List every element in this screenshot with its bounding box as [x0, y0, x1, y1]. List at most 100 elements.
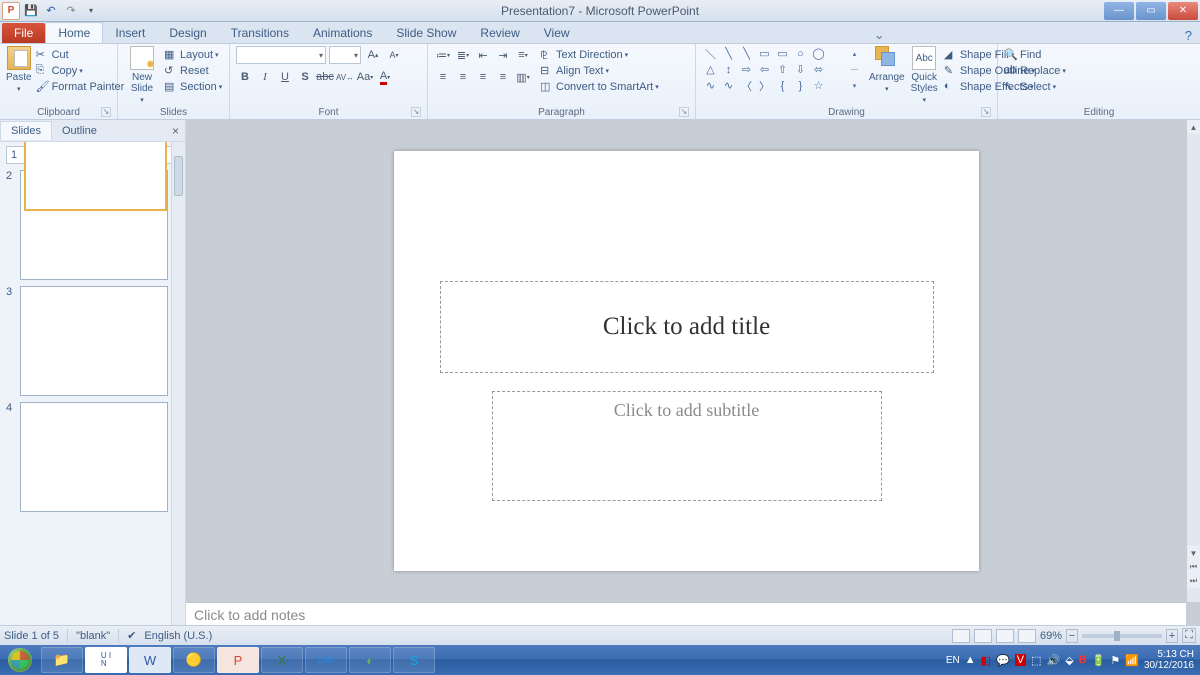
increase-indent-button[interactable]: ⇥ — [494, 46, 512, 64]
format-painter-button[interactable]: 🖌Format Painter — [36, 80, 125, 94]
panel-tab-slides[interactable]: Slides — [0, 121, 52, 140]
scroll-down-icon[interactable]: ▼ — [1187, 546, 1200, 560]
taskbar-zalo[interactable]: Zalo — [305, 647, 347, 673]
taskbar-powerpoint[interactable]: P — [217, 647, 259, 673]
align-right-button[interactable]: ≡ — [474, 68, 492, 86]
align-text-button[interactable]: ⊟Align Text▾ — [540, 64, 659, 78]
tray-clock[interactable]: 5:13 CH 30/12/2016 — [1144, 649, 1194, 671]
taskbar-skype[interactable]: S — [393, 647, 435, 673]
slideshow-view-button[interactable] — [1018, 629, 1036, 643]
font-launcher[interactable]: ↘ — [411, 107, 421, 117]
cut-button[interactable]: ✂Cut — [36, 48, 125, 62]
tray-stack-icon[interactable]: ⬚ — [1031, 654, 1041, 667]
find-button[interactable]: 🔍Find — [1004, 48, 1041, 62]
decrease-indent-button[interactable]: ⇤ — [474, 46, 492, 64]
start-button[interactable] — [0, 645, 40, 675]
select-button[interactable]: ↖Select▾ — [1004, 80, 1056, 94]
zoom-in-button[interactable]: + — [1166, 629, 1178, 643]
redo-icon[interactable]: ↷ — [62, 2, 80, 20]
taskbar-excel[interactable]: X — [261, 647, 303, 673]
tray-battery-icon[interactable]: 🔋 — [1092, 654, 1106, 667]
bullets-button[interactable]: ≔▾ — [434, 46, 452, 64]
panel-close-icon[interactable]: × — [166, 124, 185, 138]
ribbon-minimize-icon[interactable]: ⌄ — [866, 27, 893, 43]
scroll-up-icon[interactable]: ▲ — [1187, 120, 1200, 134]
subtitle-placeholder[interactable]: Click to add subtitle — [492, 391, 882, 501]
taskbar-word[interactable]: W — [129, 647, 171, 673]
sorter-view-button[interactable] — [974, 629, 992, 643]
slide-canvas[interactable]: Click to add title Click to add subtitle — [394, 151, 979, 571]
tray-action-icon[interactable]: ⚑ — [1110, 654, 1120, 667]
canvas-scrollbar[interactable]: ▲ ▼ ⏮ ⏭ — [1186, 120, 1200, 602]
slide-thumb-3[interactable]: 3 — [6, 286, 181, 396]
bold-button[interactable]: B — [236, 68, 254, 86]
font-size-select[interactable] — [329, 46, 361, 64]
reading-view-button[interactable] — [996, 629, 1014, 643]
slide-thumb-4[interactable]: 4 — [6, 402, 181, 512]
strikethrough-button[interactable]: abc — [316, 68, 334, 86]
tray-volume-icon[interactable]: 🔊 — [1047, 654, 1061, 667]
help-icon[interactable]: ? — [1177, 28, 1200, 43]
tab-file[interactable]: File — [2, 23, 45, 43]
taskbar-coccoc[interactable]: ◐ — [349, 647, 391, 673]
font-color-button[interactable]: A▾ — [376, 68, 394, 86]
tray-shield-icon[interactable]: ⬙ — [1065, 654, 1073, 667]
paste-button[interactable]: Paste ▾ — [6, 46, 32, 93]
italic-button[interactable]: I — [256, 68, 274, 86]
tray-network-icon[interactable]: 📶 — [1125, 654, 1139, 667]
quick-styles-button[interactable]: Abc Quick Styles▾ — [911, 46, 938, 104]
taskbar-unikey[interactable]: U IN — [85, 647, 127, 673]
copy-button[interactable]: ⎘Copy▾ — [36, 64, 125, 78]
tab-insert[interactable]: Insert — [103, 23, 157, 43]
clipboard-launcher[interactable]: ↘ — [101, 107, 111, 117]
language-indicator[interactable]: English (U.S.) — [144, 630, 212, 642]
columns-button[interactable]: ▥▾ — [514, 68, 532, 86]
undo-icon[interactable]: ↶ — [42, 2, 60, 20]
reset-button[interactable]: ↺Reset — [164, 64, 222, 78]
slide-thumb-1[interactable]: 1 — [6, 146, 181, 164]
tab-slide-show[interactable]: Slide Show — [384, 23, 468, 43]
taskbar-explorer[interactable]: 📁 — [41, 647, 83, 673]
zoom-level[interactable]: 69% — [1040, 630, 1062, 642]
minimize-button[interactable]: — — [1104, 2, 1134, 20]
align-left-button[interactable]: ≡ — [434, 68, 452, 86]
tab-review[interactable]: Review — [468, 23, 531, 43]
zoom-out-button[interactable]: − — [1066, 629, 1078, 643]
convert-smartart-button[interactable]: ◫Convert to SmartArt▾ — [540, 80, 659, 94]
decrease-font-icon[interactable]: A▾ — [385, 46, 403, 64]
next-slide-icon[interactable]: ⏭ — [1187, 574, 1200, 588]
shapes-gallery[interactable]: ＼╲╲▭▭○◯▴ △↕⇨⇦⇧⇩⬄— ∿∿〈〉{}☆▾ — [702, 46, 863, 93]
paragraph-launcher[interactable]: ↘ — [679, 107, 689, 117]
replace-button[interactable]: abReplace▾ — [1004, 64, 1066, 78]
char-spacing-button[interactable]: AV↔ — [336, 68, 354, 86]
text-direction-button[interactable]: ⅊Text Direction▾ — [540, 48, 659, 62]
increase-font-icon[interactable]: A▴ — [364, 46, 382, 64]
close-button[interactable]: ✕ — [1168, 2, 1198, 20]
tab-transitions[interactable]: Transitions — [219, 23, 301, 43]
thumbs-scrollbar[interactable] — [171, 142, 185, 638]
tray-lang[interactable]: EN — [946, 655, 960, 666]
spellcheck-icon[interactable]: ✔ — [127, 629, 136, 642]
layout-button[interactable]: ▦Layout▾ — [164, 48, 222, 62]
shadow-button[interactable]: S — [296, 68, 314, 86]
tray-flag-icon[interactable]: ▲ — [965, 654, 976, 666]
title-placeholder[interactable]: Click to add title — [440, 281, 934, 373]
font-family-select[interactable] — [236, 46, 326, 64]
justify-button[interactable]: ≡ — [494, 68, 512, 86]
align-center-button[interactable]: ≡ — [454, 68, 472, 86]
maximize-button[interactable]: ▭ — [1136, 2, 1166, 20]
qat-dropdown-icon[interactable]: ▾ — [82, 2, 100, 20]
tray-chat-icon[interactable]: 💬 — [996, 654, 1010, 667]
new-slide-button[interactable]: ✸ New Slide ▾ — [124, 46, 160, 104]
underline-button[interactable]: U — [276, 68, 294, 86]
fit-to-window-button[interactable]: ⛶ — [1182, 628, 1196, 643]
change-case-button[interactable]: Aa▾ — [356, 68, 374, 86]
section-button[interactable]: ▤Section▾ — [164, 80, 222, 94]
tab-view[interactable]: View — [532, 23, 582, 43]
tab-design[interactable]: Design — [157, 23, 218, 43]
taskbar-chrome[interactable]: 🟡 — [173, 647, 215, 673]
tray-b-icon[interactable]: B — [1079, 654, 1087, 666]
tray-v-icon[interactable]: V — [1015, 654, 1026, 666]
numbering-button[interactable]: ≣▾ — [454, 46, 472, 64]
save-icon[interactable]: 💾 — [22, 2, 40, 20]
